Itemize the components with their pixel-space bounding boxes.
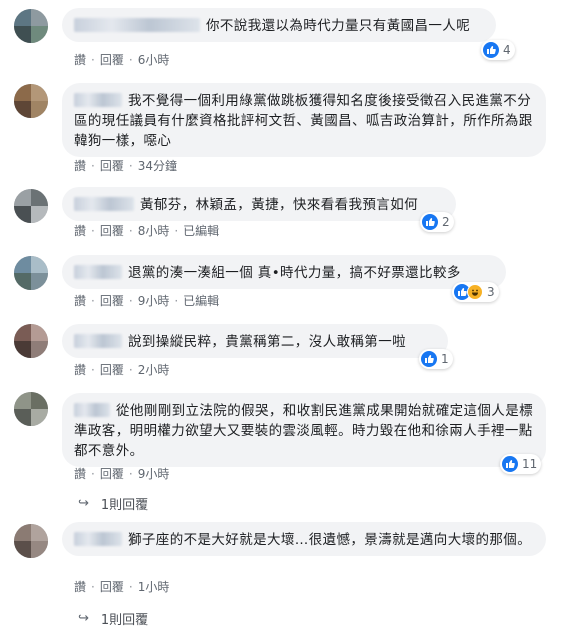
like-icon	[421, 351, 437, 367]
reaction-count: 2	[442, 215, 450, 229]
comment-bubble: 說到操縱民粹，貴黨稱第二，沒人敢稱第一啦	[62, 324, 448, 358]
like-button[interactable]: 讚	[74, 53, 86, 67]
view-replies-link[interactable]: ↪ 1則回覆	[78, 609, 148, 628]
avatar[interactable]	[14, 9, 48, 43]
timestamp[interactable]: 9小時	[138, 467, 170, 481]
edited-label[interactable]: 已編輯	[183, 294, 219, 308]
like-button[interactable]: 讚	[74, 580, 86, 594]
timestamp[interactable]: 9小時	[138, 294, 170, 308]
author-name[interactable]	[74, 403, 110, 417]
haha-icon	[467, 284, 483, 300]
comment-text: 你不說我還以為時代力量只有黃國昌一人呢	[206, 18, 471, 34]
comment-bubble: 從他剛剛到立法院的假哭，和收割民進黨成果開始就確定這個人是標準政客，明明權力欲望…	[62, 393, 546, 467]
reply-button[interactable]: 回覆	[100, 159, 124, 173]
timestamp[interactable]: 1小時	[138, 580, 170, 594]
avatar[interactable]	[14, 524, 48, 558]
reaction-count: 11	[522, 457, 538, 471]
author-name[interactable]	[74, 334, 122, 348]
comment-text: 退黨的湊一湊組一個 真•時代力量，搞不好票還比較多	[128, 265, 461, 281]
author-name[interactable]	[74, 18, 200, 32]
reaction-summary[interactable]: 4	[481, 40, 515, 60]
comment-actions: 讚 · 回覆 · 2小時	[74, 363, 170, 377]
reply-button[interactable]: 回覆	[100, 467, 124, 481]
comment-actions: 讚 · 回覆 · 9小時	[74, 467, 170, 481]
comment-actions: 讚 · 回覆 · 34分鐘	[74, 159, 177, 173]
reply-count: 1則回覆	[100, 498, 149, 513]
reaction-summary[interactable]: 1	[419, 349, 453, 369]
avatar[interactable]	[14, 189, 48, 223]
comment-bubble: 退黨的湊一湊組一個 真•時代力量，搞不好票還比較多	[62, 255, 506, 289]
comment-bubble: 黃郁芬，林穎孟，黃捷，快來看看我預言如何	[62, 187, 456, 221]
comment-text: 黃郁芬，林穎孟，黃捷，快來看看我預言如何	[140, 197, 418, 213]
author-name[interactable]	[74, 197, 134, 211]
comment-bubble: 獅子座的不是大好就是大壞…很遺憾，景濤就是邁向大壞的那個。	[62, 522, 546, 556]
author-name[interactable]	[74, 532, 122, 546]
timestamp[interactable]: 2小時	[138, 363, 170, 377]
comment-bubble: 你不說我還以為時代力量只有黃國昌一人呢	[62, 8, 496, 42]
comment-actions: 讚 · 回覆 · 9小時 · 已編輯	[74, 294, 220, 308]
avatar[interactable]	[14, 392, 48, 426]
comment-text: 說到操縱民粹，貴黨稱第二，沒人敢稱第一啦	[128, 334, 406, 350]
view-replies-link[interactable]: ↪ 1則回覆	[78, 494, 148, 513]
author-name[interactable]	[74, 265, 122, 279]
reply-arrow-icon: ↪	[78, 496, 89, 511]
like-icon	[502, 456, 518, 472]
comment-text: 我不覺得一個利用綠黨做跳板獲得知名度後接受徵召入民進黨不分區的現任議員有什麼資格…	[74, 93, 533, 149]
like-button[interactable]: 讚	[74, 467, 86, 481]
edited-label[interactable]: 已編輯	[183, 224, 219, 238]
comment-bubble: 我不覺得一個利用綠黨做跳板獲得知名度後接受徵召入民進黨不分區的現任議員有什麼資格…	[62, 83, 546, 157]
comment-text: 獅子座的不是大好就是大壞…很遺憾，景濤就是邁向大壞的那個。	[128, 532, 532, 548]
reaction-summary[interactable]: 3	[452, 282, 499, 302]
timestamp[interactable]: 34分鐘	[138, 159, 177, 173]
reply-button[interactable]: 回覆	[100, 363, 124, 377]
reaction-summary[interactable]: 2	[420, 212, 454, 232]
comment-actions: 讚 · 回覆 · 6小時	[74, 53, 170, 67]
like-icon	[422, 214, 438, 230]
avatar[interactable]	[14, 324, 48, 358]
timestamp[interactable]: 6小時	[138, 53, 170, 67]
avatar[interactable]	[14, 256, 48, 290]
reaction-summary[interactable]: 11	[500, 454, 542, 474]
reaction-count: 3	[487, 285, 495, 299]
reply-button[interactable]: 回覆	[100, 294, 124, 308]
like-button[interactable]: 讚	[74, 294, 86, 308]
reply-count: 1則回覆	[100, 613, 149, 628]
like-icon	[483, 42, 499, 58]
like-button[interactable]: 讚	[74, 363, 86, 377]
comment-actions: 讚 · 回覆 · 8小時 · 已編輯	[74, 224, 220, 238]
reaction-count: 4	[503, 43, 511, 57]
reaction-count: 1	[441, 352, 449, 366]
author-name[interactable]	[74, 93, 122, 107]
reply-button[interactable]: 回覆	[100, 224, 124, 238]
reply-arrow-icon: ↪	[78, 611, 89, 626]
like-button[interactable]: 讚	[74, 159, 86, 173]
comment-text: 從他剛剛到立法院的假哭，和收割民進黨成果開始就確定這個人是標準政客，明明權力欲望…	[74, 403, 533, 459]
reply-button[interactable]: 回覆	[100, 53, 124, 67]
reply-button[interactable]: 回覆	[100, 580, 124, 594]
like-button[interactable]: 讚	[74, 224, 86, 238]
comment-actions: 讚 · 回覆 · 1小時	[74, 580, 170, 594]
avatar[interactable]	[14, 84, 48, 118]
timestamp[interactable]: 8小時	[138, 224, 170, 238]
